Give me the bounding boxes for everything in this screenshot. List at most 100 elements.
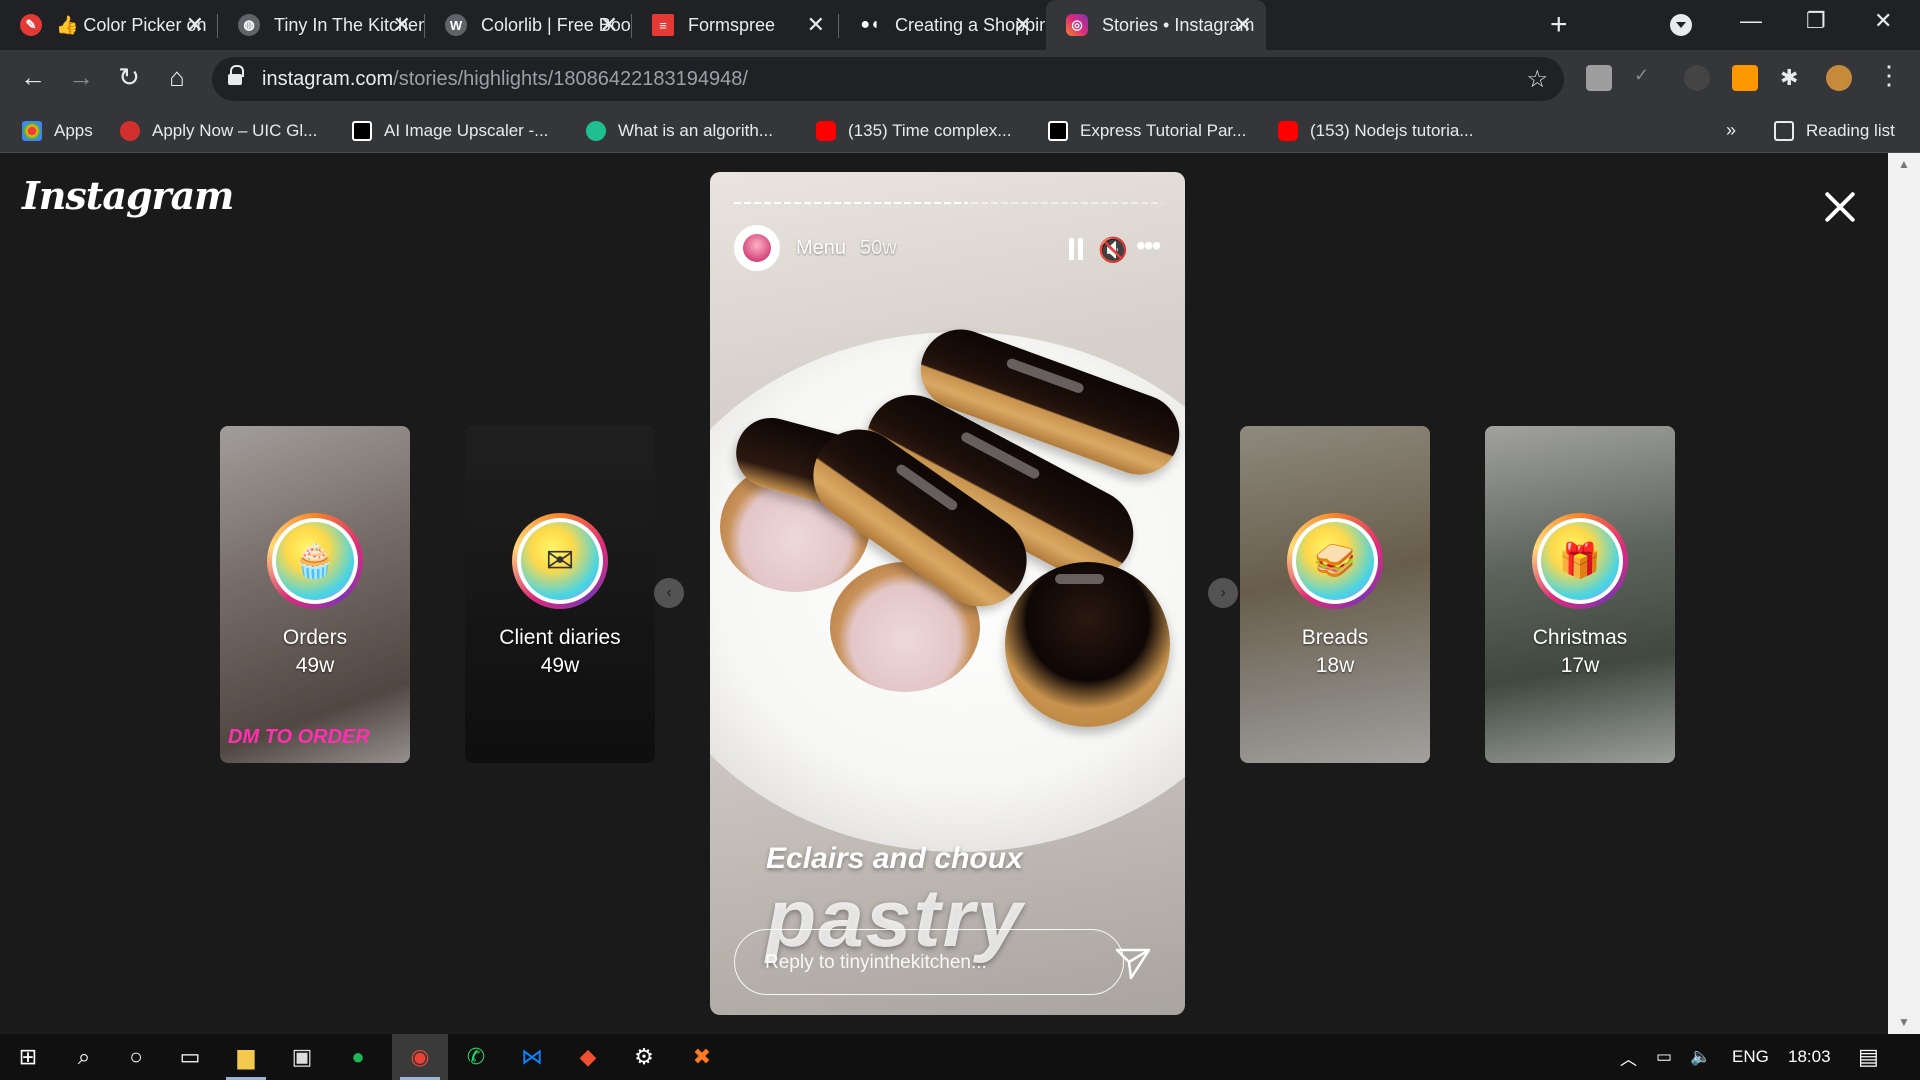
reply-input[interactable] xyxy=(765,948,1095,978)
search-icon[interactable]: ⌕ xyxy=(56,1034,112,1080)
store-icon[interactable]: ▣ xyxy=(274,1034,330,1080)
highlight-christmas[interactable]: 🎁 Christmas 17w xyxy=(1485,426,1675,763)
home-icon[interactable]: ⌂ xyxy=(160,62,194,93)
youtube-icon xyxy=(1278,120,1298,141)
story-avatar[interactable] xyxy=(734,225,780,271)
tab-tiny-in-the-kitchen[interactable]: ◍ Tiny In The Kitchen ✕ xyxy=(218,0,425,50)
instagram-logo[interactable]: Instagram xyxy=(22,173,234,218)
tab-creating-shopping[interactable]: ●◖ Creating a Shoppin ✕ xyxy=(839,0,1046,50)
extension-icon[interactable] xyxy=(1586,65,1612,91)
highlight-breads[interactable]: 🥪 Breads 18w xyxy=(1240,426,1430,763)
reply-box[interactable] xyxy=(734,929,1124,995)
story-title[interactable]: Menu xyxy=(796,237,846,260)
reading-list-icon xyxy=(1774,120,1794,141)
language-indicator[interactable]: ENG xyxy=(1732,1034,1769,1080)
dm-to-order-text: DM TO ORDER xyxy=(228,726,370,748)
file-explorer-icon[interactable]: ▆ xyxy=(218,1034,274,1080)
express-icon xyxy=(1048,120,1068,141)
bookmark-label: Apps xyxy=(54,120,93,140)
forward-arrow-icon[interactable]: → xyxy=(64,62,98,93)
kebab-menu-icon[interactable]: ⋮ xyxy=(1872,60,1906,91)
minimize-button[interactable]: — xyxy=(1740,8,1762,34)
reading-list-button[interactable]: Reading list xyxy=(1774,108,1895,153)
clock[interactable]: 18:03 xyxy=(1788,1034,1831,1080)
pause-icon[interactable] xyxy=(1068,238,1084,260)
highlight-age: 17w xyxy=(1560,654,1600,677)
spotify-icon[interactable]: ● xyxy=(330,1034,386,1080)
close-tab-icon[interactable]: ✕ xyxy=(1014,12,1032,38)
lock-icon[interactable] xyxy=(228,65,244,87)
bookmark-express[interactable]: Express Tutorial Par... xyxy=(1048,108,1246,153)
tab-search-icon[interactable] xyxy=(1670,14,1692,36)
scroll-up-icon[interactable]: ▲ xyxy=(1898,157,1910,171)
restore-button[interactable]: ❐ xyxy=(1806,8,1826,34)
highlight-ring: ✉ xyxy=(512,513,608,609)
vscode-icon[interactable]: ⋈ xyxy=(504,1034,560,1080)
bookmark-star-icon[interactable]: ☆ xyxy=(1526,65,1548,94)
bookmark-label: Express Tutorial Par... xyxy=(1080,120,1247,140)
volume-icon[interactable]: 🔈 xyxy=(1690,1034,1711,1080)
bookmarks-overflow-button[interactable]: » xyxy=(1726,108,1736,153)
whatsapp-icon[interactable]: ✆ xyxy=(448,1034,504,1080)
medium-favicon-icon: ●◖ xyxy=(860,16,880,33)
close-story-icon[interactable] xyxy=(1822,189,1858,225)
bookmark-ai-upscaler[interactable]: AI Image Upscaler -... xyxy=(352,108,548,153)
bookmark-algorithm[interactable]: What is an algorith... xyxy=(586,108,773,153)
xampp-icon[interactable]: ✖ xyxy=(674,1034,730,1080)
previous-story-chevron-icon[interactable]: ‹ xyxy=(654,578,684,608)
windows-start-icon[interactable]: ⊞ xyxy=(0,1034,56,1080)
page-scrollbar[interactable]: ▲ ▼ xyxy=(1888,153,1920,1034)
puzzle-extensions-icon[interactable]: ✱ xyxy=(1780,65,1806,91)
mute-icon[interactable]: 🔇 xyxy=(1098,236,1128,265)
close-tab-icon[interactable]: ✕ xyxy=(186,12,204,38)
reading-list-label: Reading list xyxy=(1806,120,1895,140)
bookmark-label: Apply Now – UIC Gl... xyxy=(152,120,318,140)
close-tab-icon[interactable]: ✕ xyxy=(1234,12,1252,38)
formspree-favicon-icon: ≡ xyxy=(652,14,674,36)
scroll-down-icon[interactable]: ▼ xyxy=(1898,1015,1910,1029)
bookmark-uic[interactable]: Apply Now – UIC Gl... xyxy=(120,108,317,153)
bookmark-nodejs[interactable]: (153) Nodejs tutoria... xyxy=(1278,108,1473,153)
more-options-icon[interactable]: ••• xyxy=(1136,230,1161,262)
active-story[interactable]: Menu 50w 🔇 ••• Eclairs and choux pastry xyxy=(710,172,1185,1015)
close-window-button[interactable]: ✕ xyxy=(1874,8,1892,34)
task-view-icon[interactable]: ▭ xyxy=(162,1034,218,1080)
cortana-icon[interactable]: ○ xyxy=(108,1034,164,1080)
notifications-icon[interactable]: ▤ xyxy=(1858,1034,1879,1080)
extension-icon[interactable] xyxy=(1732,65,1758,91)
highlight-name: Breads xyxy=(1301,626,1369,649)
extension-icon[interactable]: ✓ xyxy=(1634,65,1660,91)
highlight-client-diaries[interactable]: ✉ Client diaries 49w xyxy=(465,426,655,763)
settings-gear-icon[interactable]: ⚙ xyxy=(616,1034,672,1080)
sandwich-icon: 🥪 xyxy=(1296,522,1374,600)
extension-icon[interactable] xyxy=(1684,65,1710,91)
uic-icon xyxy=(120,120,140,141)
highlight-name: Christmas xyxy=(1532,626,1628,649)
story-header: Menu 50w 🔇 ••• xyxy=(734,224,1162,272)
tray-chevron-icon[interactable]: ︿ xyxy=(1620,1034,1637,1080)
url-text[interactable]: instagram.com/stories/highlights/1808642… xyxy=(262,68,748,91)
git-icon[interactable]: ◆ xyxy=(560,1034,616,1080)
send-icon[interactable] xyxy=(1113,942,1153,982)
bookmark-apps[interactable]: Apps xyxy=(22,108,93,153)
highlight-name: Client diaries xyxy=(499,626,621,649)
profile-avatar[interactable] xyxy=(1826,65,1852,91)
battery-icon[interactable]: ▭ xyxy=(1656,1034,1672,1080)
close-tab-icon[interactable]: ✕ xyxy=(807,12,825,38)
reload-icon[interactable]: ↻ xyxy=(112,62,146,93)
tab-colorlib[interactable]: W Colorlib | Free Boots ✕ xyxy=(425,0,632,50)
new-tab-button[interactable]: + xyxy=(1550,8,1568,42)
tab-formspree[interactable]: ≡ Formspree ✕ xyxy=(632,0,839,50)
tab-stories-instagram[interactable]: ◎ Stories • Instagram ✕ xyxy=(1046,0,1266,50)
mail-icon: ✉ xyxy=(521,522,599,600)
tab-color-picker[interactable]: ✎ 👍 Color Picker onli ✕ xyxy=(0,0,218,50)
back-arrow-icon[interactable]: ← xyxy=(16,62,50,93)
close-tab-icon[interactable]: ✕ xyxy=(393,12,411,38)
address-bar[interactable]: instagram.com/stories/highlights/1808642… xyxy=(212,57,1564,101)
instagram-favicon-icon: ◎ xyxy=(1066,14,1088,36)
chrome-icon[interactable]: ◉ xyxy=(392,1034,448,1080)
close-tab-icon[interactable]: ✕ xyxy=(600,12,618,38)
next-story-chevron-icon[interactable]: › xyxy=(1208,578,1238,608)
bookmark-time-complexity[interactable]: (135) Time complex... xyxy=(816,108,1011,153)
highlight-orders[interactable]: DM TO ORDER 🧁 Orders 49w xyxy=(220,426,410,763)
